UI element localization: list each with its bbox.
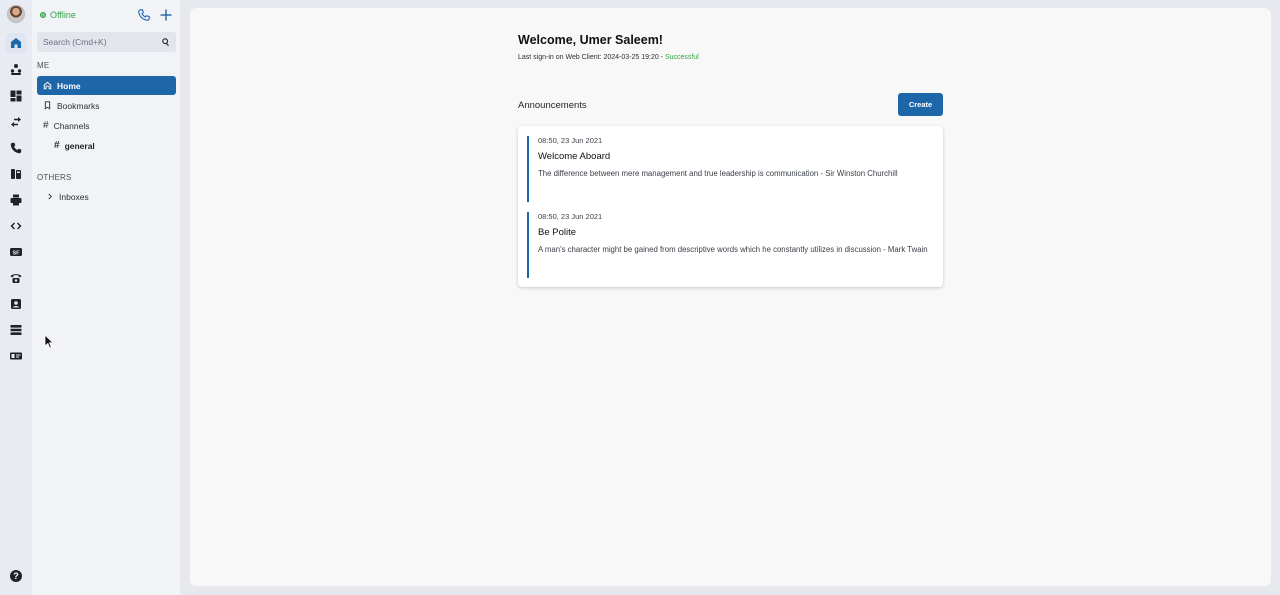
mouse-cursor-icon — [44, 334, 54, 349]
presence-status[interactable]: Offline — [40, 10, 76, 20]
announcements-title: Announcements — [518, 100, 587, 111]
announcement-body: The difference between mere management a… — [538, 169, 898, 178]
sidebar: Offline Search (Cmd+K) ME Home Bookmarks… — [32, 0, 180, 595]
sidebar-actions — [138, 8, 172, 26]
help-icon[interactable]: ? — [10, 570, 22, 582]
people-icon[interactable] — [6, 59, 26, 79]
id-card-icon[interactable] — [6, 346, 26, 366]
announcement-date: 08:50, 23 Jun 2021 — [538, 136, 603, 145]
announcement-item[interactable]: 08:50, 23 Jun 2021 Be Polite A man's cha… — [527, 212, 933, 278]
add-icon[interactable] — [160, 8, 172, 26]
chevron-right-icon — [48, 193, 52, 200]
home-icon[interactable] — [6, 33, 26, 53]
call-icon[interactable] — [138, 8, 150, 26]
avatar[interactable] — [7, 5, 25, 23]
search-input[interactable]: Search (Cmd+K) — [37, 32, 176, 52]
sidebar-item-home[interactable]: Home — [37, 76, 176, 95]
announcement-title: Welcome Aboard — [538, 151, 611, 162]
section-others-label: OTHERS — [37, 173, 72, 182]
search-placeholder: Search (Cmd+K) — [43, 37, 107, 47]
icon-rail: SF ? — [0, 0, 32, 595]
status-dot-icon — [40, 12, 46, 18]
status-label: Offline — [50, 10, 76, 20]
signin-status: Successful — [664, 54, 699, 61]
announcement-title: Be Polite — [538, 227, 577, 238]
bookmark-icon — [44, 101, 51, 110]
sidebar-item-label: Bookmarks — [57, 100, 100, 111]
home-icon — [43, 81, 52, 90]
last-signin-text: Last sign-in on Web Client: 2024-03-25 1… — [518, 54, 699, 61]
main-panel: Welcome, Umer Saleem! Last sign-in on We… — [190, 8, 1271, 586]
announcement-date: 08:50, 23 Jun 2021 — [538, 212, 603, 221]
sidebar-item-bookmarks[interactable]: Bookmarks — [37, 96, 176, 115]
sidebar-item-label: Home — [57, 80, 81, 91]
dashboard-icon[interactable] — [6, 86, 26, 106]
sidebar-item-channels[interactable]: # Channels — [37, 116, 176, 135]
last-signin-prefix: Last sign-in on Web Client: 2024-03-25 1… — [518, 54, 665, 61]
hash-icon: # — [54, 140, 60, 151]
print-icon[interactable] — [6, 190, 26, 210]
contact-card-icon[interactable] — [6, 294, 26, 314]
phone-icon[interactable] — [6, 138, 26, 158]
sidebar-item-label: Inboxes — [59, 191, 89, 202]
sf-icon-label: SF — [12, 250, 20, 256]
fax-icon[interactable] — [6, 164, 26, 184]
sf-icon[interactable]: SF — [6, 242, 26, 262]
sidebar-item-inboxes[interactable]: Inboxes — [37, 187, 176, 206]
announcement-item[interactable]: 08:50, 23 Jun 2021 Welcome Aboard The di… — [527, 136, 933, 202]
code-icon[interactable] — [6, 216, 26, 236]
search-icon — [162, 38, 169, 46]
telephone-icon[interactable] — [6, 268, 26, 288]
section-me-label: ME — [37, 61, 50, 70]
announcement-body: A man's character might be gained from d… — [538, 245, 928, 254]
sidebar-item-label: general — [64, 140, 95, 151]
page-title: Welcome, Umer Saleem! — [518, 33, 663, 47]
announcements-card: 08:50, 23 Jun 2021 Welcome Aboard The di… — [518, 126, 943, 287]
sidebar-item-label: Channels — [53, 120, 90, 131]
storage-icon[interactable] — [6, 320, 26, 340]
transfer-icon[interactable] — [6, 112, 26, 132]
create-button[interactable]: Create — [898, 93, 943, 116]
sidebar-item-general[interactable]: # general — [37, 136, 176, 155]
hash-icon: # — [43, 120, 49, 131]
